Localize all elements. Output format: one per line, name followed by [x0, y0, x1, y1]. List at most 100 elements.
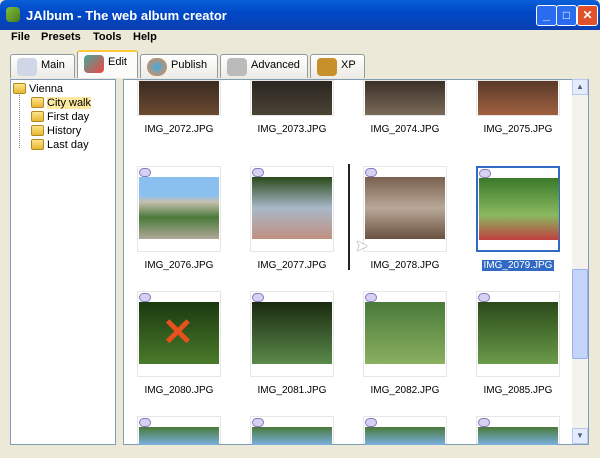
tab-label: Advanced	[251, 59, 300, 71]
comment-icon	[139, 293, 151, 302]
thumbnail-label[interactable]: IMG_2073.JPG	[242, 124, 342, 135]
thumbnail-label[interactable]: IMG_2076.JPG	[129, 260, 229, 271]
comment-icon	[252, 293, 264, 302]
thumbnail[interactable]	[476, 80, 560, 116]
thumbnail[interactable]	[476, 291, 560, 377]
comment-icon	[252, 418, 264, 427]
scroll-down-button[interactable]: ▼	[572, 428, 588, 444]
comment-icon	[365, 293, 377, 302]
thumbnail[interactable]	[363, 80, 447, 116]
tree-item-city-walk[interactable]: City walk	[31, 97, 92, 109]
thumbnail-image	[478, 302, 558, 364]
menu-tools[interactable]: Tools	[93, 31, 122, 43]
edit-icon	[84, 55, 104, 73]
thumbnail[interactable]	[137, 80, 221, 116]
tab-xp[interactable]: XP	[310, 54, 365, 78]
thumbnail-label[interactable]: IMG_2081.JPG	[242, 385, 342, 396]
thumbnail[interactable]	[363, 166, 447, 252]
comment-icon	[478, 293, 490, 302]
close-button[interactable]: ✕	[577, 5, 598, 26]
thumbnail-image	[139, 177, 219, 239]
thumbnail-label[interactable]: IMG_2074.JPG	[355, 124, 455, 135]
thumbnail-image	[252, 302, 332, 364]
thumbnail[interactable]	[250, 416, 334, 445]
thumbnail[interactable]	[476, 416, 560, 445]
scrollbar-thumb[interactable]	[572, 269, 588, 359]
delete-mark-icon: ✕	[162, 312, 194, 354]
thumbnail[interactable]: ✕	[137, 291, 221, 377]
minimize-button[interactable]: _	[536, 5, 557, 26]
thumbnail-filename: IMG_2075.JPG	[483, 124, 553, 135]
tree-item-first-day[interactable]: First day	[31, 111, 89, 123]
app-icon	[6, 7, 20, 22]
tab-label: Main	[41, 59, 65, 71]
comment-icon	[252, 168, 264, 177]
menu-help[interactable]: Help	[133, 31, 157, 43]
thumbnail-image	[252, 177, 332, 239]
tree-item-history[interactable]: History	[31, 125, 81, 137]
thumbnail-image	[479, 178, 559, 240]
tree-label: City walk	[47, 97, 92, 109]
thumbnail-filename: IMG_2077.JPG	[257, 260, 327, 271]
comment-icon	[139, 168, 151, 177]
maximize-button[interactable]: □	[556, 5, 577, 26]
thumbnail[interactable]	[137, 166, 221, 252]
folder-icon	[31, 139, 44, 150]
thumbnail-image	[252, 427, 332, 445]
vertical-scrollbar[interactable]: ▲ ▼	[572, 79, 588, 444]
thumbnail[interactable]	[137, 416, 221, 445]
tab-main[interactable]: Main	[10, 54, 75, 78]
thumbnail-filename: IMG_2076.JPG	[144, 260, 214, 271]
tab-label: Edit	[108, 56, 127, 68]
thumbnail[interactable]	[250, 80, 334, 116]
thumbnail[interactable]	[363, 416, 447, 445]
thumbnail-image	[139, 427, 219, 445]
tab-publish[interactable]: Publish	[140, 54, 218, 78]
tab-advanced[interactable]: Advanced	[220, 54, 308, 78]
drop-insertion-marker	[348, 164, 350, 270]
tree-root[interactable]: Vienna	[13, 83, 63, 95]
thumbnail[interactable]	[363, 291, 447, 377]
thumbnail-filename: IMG_2079.JPG	[481, 260, 555, 271]
menu-presets[interactable]: Presets	[41, 31, 81, 43]
thumbnail[interactable]	[476, 166, 560, 252]
thumbnail-image	[365, 81, 445, 115]
thumbnail[interactable]	[250, 166, 334, 252]
thumbnail-label[interactable]: IMG_2078.JPG	[355, 260, 455, 271]
main-icon	[17, 58, 37, 76]
thumbnail-filename: IMG_2082.JPG	[370, 385, 440, 396]
thumbnail-image	[139, 81, 219, 115]
drag-cursor-icon: ➤	[355, 238, 369, 255]
thumbnail-image	[365, 302, 445, 364]
comment-icon	[365, 418, 377, 427]
tree-item-last-day[interactable]: Last day	[31, 139, 89, 151]
thumbnail-image	[478, 427, 558, 445]
thumbnail-label[interactable]: IMG_2085.JPG	[468, 385, 568, 396]
thumbnail-label[interactable]: IMG_2075.JPG	[468, 124, 568, 135]
tree-connector	[19, 93, 20, 148]
thumbnail-label[interactable]: IMG_2082.JPG	[355, 385, 455, 396]
thumbnail-image	[365, 427, 445, 445]
folder-icon	[31, 111, 44, 122]
thumbnail[interactable]	[250, 291, 334, 377]
menu-file[interactable]: File	[11, 31, 30, 43]
thumbnail-label[interactable]: IMG_2077.JPG	[242, 260, 342, 271]
tab-edit[interactable]: Edit	[77, 50, 138, 78]
thumbnail-label[interactable]: IMG_2072.JPG	[129, 124, 229, 135]
xp-icon	[317, 58, 337, 76]
folder-icon	[31, 125, 44, 136]
thumbnail-image	[478, 81, 558, 115]
title-bar: JAlbum - The web album creator _ □ ✕	[0, 0, 600, 30]
scroll-up-button[interactable]: ▲	[572, 79, 588, 95]
thumbnail-image	[365, 177, 445, 239]
thumbnail-filename: IMG_2085.JPG	[483, 385, 553, 396]
thumbnail-label[interactable]: IMG_2080.JPG	[129, 385, 229, 396]
thumbnail-filename: IMG_2081.JPG	[257, 385, 327, 396]
image-grid: IMG_2072.JPG IMG_2073.JPG IMG_2074.JPG IMG_…	[123, 79, 589, 445]
comment-icon	[478, 418, 490, 427]
thumbnail-label[interactable]: IMG_2079.JPG	[468, 260, 568, 271]
tree-label: Vienna	[29, 83, 64, 95]
folder-tree: Vienna City walk First day History Last …	[10, 79, 116, 445]
wrench-icon	[227, 58, 247, 76]
thumbnail-filename: IMG_2072.JPG	[144, 124, 214, 135]
